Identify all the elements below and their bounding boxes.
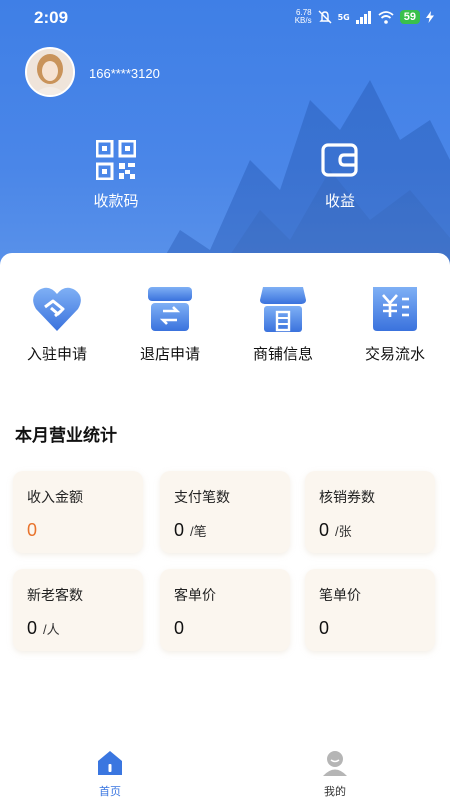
stat-card-avg-per-customer[interactable]: 客单价 0 bbox=[160, 569, 290, 651]
home-icon bbox=[98, 751, 122, 775]
stat-card-customers[interactable]: 新老客数 0/人 bbox=[13, 569, 143, 651]
tab-home-label: 首页 bbox=[99, 785, 121, 798]
menu-transactions[interactable]: 交易流水 bbox=[340, 283, 450, 364]
quick-menu: 入驻申请 退店申请 商铺信息 交易流水 bbox=[0, 283, 450, 373]
status-icons: 6.78 KB/s 5G 59 bbox=[295, 9, 434, 25]
stat-card-income[interactable]: 收入金额 0 bbox=[13, 471, 143, 553]
wifi-icon bbox=[378, 10, 394, 24]
net-speed: 6.78 KB/s bbox=[294, 8, 312, 25]
menu-transactions-label: 交易流水 bbox=[364, 345, 425, 363]
stat-label: 核销券数 bbox=[319, 490, 375, 506]
stat-label: 客单价 bbox=[174, 588, 216, 604]
stat-unit: /张 bbox=[335, 524, 352, 539]
stat-label: 收入金额 bbox=[27, 490, 83, 506]
earnings-button[interactable]: 收益 bbox=[280, 140, 400, 211]
stat-label: 新老客数 bbox=[27, 588, 83, 604]
bottom-tab-bar: 首页 我的 bbox=[0, 745, 450, 800]
stats-title: 本月营业统计 bbox=[15, 426, 117, 446]
menu-exit-label: 退店申请 bbox=[139, 345, 200, 363]
stat-value: 0/人 bbox=[27, 618, 60, 638]
handshake-heart-icon bbox=[33, 287, 81, 331]
menu-join-application[interactable]: 入驻申请 bbox=[2, 283, 112, 364]
tab-profile-label: 我的 bbox=[324, 785, 346, 798]
stat-value: 0/张 bbox=[319, 520, 352, 540]
stat-label: 支付笔数 bbox=[174, 490, 230, 506]
phone-number: 166****3120 bbox=[89, 66, 160, 81]
avatar-image bbox=[27, 49, 73, 95]
status-bar: 2:09 6.78 KB/s 5G 59 bbox=[0, 0, 450, 36]
menu-join-label: 入驻申请 bbox=[26, 345, 87, 363]
shop-icon bbox=[260, 287, 306, 332]
network-type: 5G bbox=[337, 12, 350, 22]
stat-value: 0 bbox=[174, 618, 185, 638]
qr-code-button[interactable]: 收款码 bbox=[56, 140, 176, 211]
stat-value: 0 bbox=[319, 618, 330, 638]
qr-code-label: 收款码 bbox=[93, 192, 139, 210]
wallet-icon bbox=[321, 143, 358, 177]
stat-card-avg-per-order[interactable]: 笔单价 0 bbox=[305, 569, 435, 651]
yen-ledger-icon bbox=[373, 287, 417, 331]
status-time: 2:09 bbox=[34, 8, 69, 27]
earnings-label: 收益 bbox=[324, 192, 355, 210]
mute-icon bbox=[318, 10, 332, 24]
stat-card-vouchers[interactable]: 核销券数 0/张 bbox=[305, 471, 435, 553]
stat-card-payments[interactable]: 支付笔数 0/笔 bbox=[160, 471, 290, 553]
tab-home[interactable]: 首页 bbox=[70, 749, 150, 799]
stat-unit: /笔 bbox=[190, 524, 207, 539]
menu-shop-label: 商铺信息 bbox=[252, 345, 313, 363]
profile-icon bbox=[323, 751, 347, 776]
signal-icon bbox=[355, 10, 371, 24]
menu-shop-info[interactable]: 商铺信息 bbox=[228, 283, 338, 364]
store-return-icon bbox=[148, 287, 192, 331]
battery-level: 59 bbox=[399, 10, 420, 24]
qr-code-icon bbox=[96, 140, 136, 180]
avatar[interactable] bbox=[25, 47, 75, 97]
main-card: 入驻申请 退店申请 商铺信息 交易流水 本月营业统计 收入金额 0 支付笔数 0… bbox=[0, 253, 450, 800]
stat-value: 0/笔 bbox=[174, 520, 207, 540]
tab-profile[interactable]: 我的 bbox=[295, 749, 375, 799]
stat-unit: /人 bbox=[43, 622, 60, 637]
menu-exit-application[interactable]: 退店申请 bbox=[115, 283, 225, 364]
charging-icon bbox=[426, 11, 434, 23]
stat-label: 笔单价 bbox=[319, 588, 361, 604]
stat-value: 0 bbox=[27, 520, 38, 540]
